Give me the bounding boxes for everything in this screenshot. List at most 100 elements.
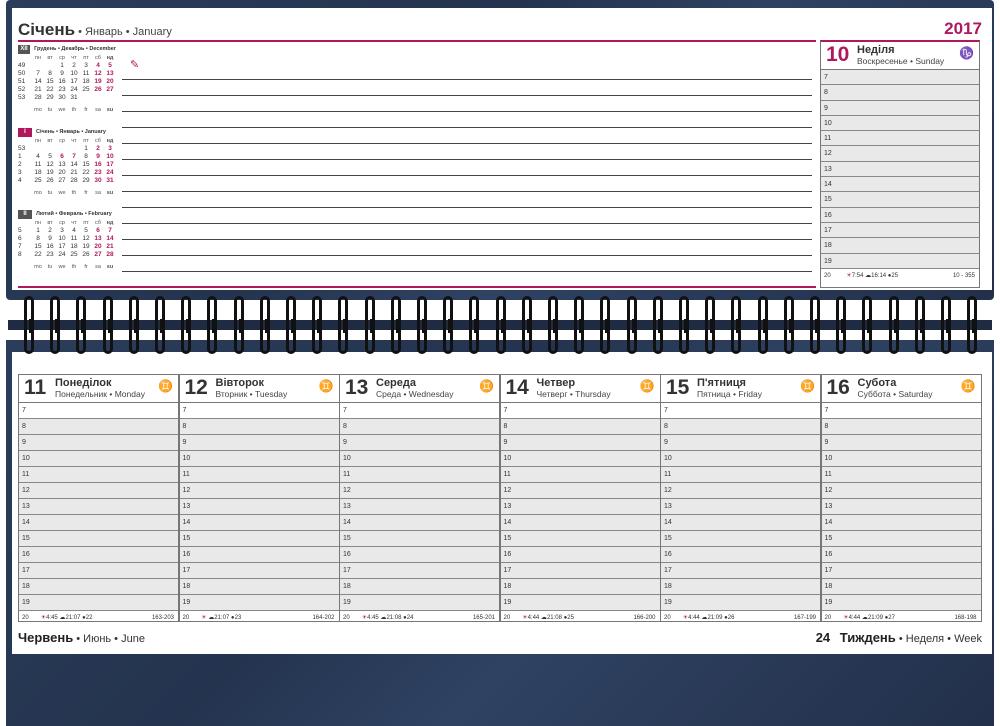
hour-slot[interactable]: 13 (661, 499, 820, 515)
hour-slot[interactable]: 13 (821, 499, 981, 515)
hour-slot[interactable]: 11 (821, 131, 979, 147)
hour-slot[interactable]: 9 (340, 435, 499, 451)
hour-slot[interactable]: 9 (661, 435, 820, 451)
hour-slot[interactable]: 15 (179, 531, 339, 547)
hour-slot[interactable]: 7 (821, 403, 981, 419)
note-line[interactable] (122, 192, 812, 208)
hour-slot[interactable]: 19 (179, 595, 339, 611)
hour-slot[interactable]: 16 (821, 207, 979, 223)
hour-slot[interactable]: 10 (340, 451, 499, 467)
note-line[interactable] (122, 96, 812, 112)
note-line[interactable] (122, 80, 812, 96)
day-column-sunday[interactable]: 10 Неділя Воскресенье • Sunday ♑ 7 8 9 10 11… (820, 40, 980, 288)
hour-slot[interactable]: 9 (821, 435, 981, 451)
hour-slot[interactable]: 12 (19, 483, 178, 499)
hour-slot[interactable]: 14 (661, 515, 820, 531)
hour-slot[interactable]: 19 (500, 595, 660, 611)
hour-slot[interactable]: 13 (179, 499, 339, 515)
hour-slot[interactable]: 17 (19, 563, 178, 579)
day-column[interactable]: 13 Середа Среда • Wednesday ♊ 7 8 9 10 11 12 13 14 1… (339, 374, 500, 622)
hour-slot[interactable]: 16 (179, 547, 339, 563)
hour-slot[interactable]: 11 (500, 467, 660, 483)
hour-slot[interactable]: 9 (19, 435, 178, 451)
hour-slot[interactable]: 15 (661, 531, 820, 547)
hour-slot[interactable]: 11 (340, 467, 499, 483)
hour-slot[interactable]: 15 (821, 192, 979, 208)
hour-slot[interactable]: 11 (19, 467, 178, 483)
hour-slot[interactable]: 18 (340, 579, 499, 595)
hour-slot[interactable]: 8 (821, 85, 979, 101)
hour-slot[interactable]: 12 (179, 483, 339, 499)
hour-slot[interactable]: 10 (821, 451, 981, 467)
hour-slot[interactable]: 9 (179, 435, 339, 451)
hour-slot[interactable]: 7 (179, 403, 339, 419)
hour-slot[interactable]: 12 (340, 483, 499, 499)
hour-slot[interactable]: 18 (661, 579, 820, 595)
hour-slot[interactable]: 7 (661, 403, 820, 419)
hour-slot[interactable]: 16 (340, 547, 499, 563)
note-line[interactable] (122, 256, 812, 272)
hour-slot[interactable]: 19 (340, 595, 499, 611)
hour-slot[interactable]: 10 (661, 451, 820, 467)
note-line[interactable] (122, 160, 812, 176)
hour-slot[interactable]: 18 (500, 579, 660, 595)
hour-slot[interactable]: 9 (500, 435, 660, 451)
note-line[interactable] (122, 240, 812, 256)
hour-slot[interactable]: 8 (179, 419, 339, 435)
hour-slot[interactable]: 14 (500, 515, 660, 531)
hour-slot[interactable]: 18 (19, 579, 178, 595)
hour-slot[interactable]: 19 (821, 253, 979, 269)
hour-slot[interactable]: 17 (821, 222, 979, 239)
hour-slot[interactable]: 13 (19, 499, 178, 515)
hour-slot[interactable]: 12 (500, 483, 660, 499)
hour-slot[interactable]: 17 (661, 563, 820, 579)
hour-slot[interactable]: 14 (821, 177, 979, 193)
hour-slot[interactable]: 19 (821, 595, 981, 611)
hour-slot[interactable]: 18 (821, 238, 979, 254)
hour-slot[interactable]: 15 (821, 531, 981, 547)
hour-slot[interactable]: 19 (19, 595, 178, 611)
note-line[interactable] (122, 64, 812, 80)
hour-slot[interactable]: 11 (661, 467, 820, 483)
hour-slot[interactable]: 8 (500, 419, 660, 435)
hour-slot[interactable]: 10 (19, 451, 178, 467)
note-line[interactable] (122, 208, 812, 224)
hour-slot[interactable]: 13 (500, 499, 660, 515)
hour-slot[interactable]: 14 (340, 515, 499, 531)
hour-slot[interactable]: 15 (19, 531, 178, 547)
hour-slot[interactable]: 17 (821, 563, 981, 579)
note-line[interactable] (122, 112, 812, 128)
hour-slot[interactable]: 16 (19, 547, 178, 563)
day-column[interactable]: 16 Субота Суббота • Saturday ♊ 7 8 9 10 11 12 13 14… (820, 374, 982, 622)
hour-slot[interactable]: 11 (821, 467, 981, 483)
day-column[interactable]: 11 Понеділок Понедельник • Monday ♊ 7 8 9 10 11 1… (18, 374, 179, 622)
hour-slot[interactable]: 19 (661, 595, 820, 611)
hour-slot[interactable]: 16 (500, 547, 660, 563)
hour-slot[interactable]: 12 (661, 483, 820, 499)
hour-slot[interactable]: 14 (179, 515, 339, 531)
hour-slot[interactable]: 9 (821, 100, 979, 116)
hour-slot[interactable]: 17 (500, 563, 660, 579)
day-column[interactable]: 12 Вівторок Вторник • Tuesday ♊ 7 8 9 10 11 12 13 1… (178, 374, 340, 622)
hour-slot[interactable]: 7 (821, 70, 979, 86)
hour-slot[interactable]: 17 (179, 563, 339, 579)
hour-slot[interactable]: 8 (340, 419, 499, 435)
hour-slot[interactable]: 7 (19, 403, 178, 419)
hour-slot[interactable]: 15 (500, 531, 660, 547)
hour-slot[interactable]: 10 (821, 115, 979, 132)
hour-slot[interactable]: 12 (821, 146, 979, 162)
note-line[interactable] (122, 144, 812, 160)
hour-slot[interactable]: 13 (821, 161, 979, 178)
note-line[interactable] (122, 128, 812, 144)
hour-slot[interactable]: 16 (661, 547, 820, 563)
hour-slot[interactable]: 8 (661, 419, 820, 435)
hour-slot[interactable]: 14 (19, 515, 178, 531)
day-column[interactable]: 15 П'ятниця Пятница • Friday ♊ 7 8 9 10 11 12 13 14… (660, 374, 821, 622)
hour-slot[interactable]: 13 (340, 499, 499, 515)
hour-slot[interactable]: 15 (340, 531, 499, 547)
hour-slot[interactable]: 10 (179, 451, 339, 467)
hour-slot[interactable]: 11 (179, 467, 339, 483)
day-column[interactable]: 14 Четвер Четверг • Thursday ♊ 7 8 9 10 11 12 13 14… (499, 374, 661, 622)
hour-slot[interactable]: 14 (821, 515, 981, 531)
hour-slot[interactable]: 18 (821, 579, 981, 595)
